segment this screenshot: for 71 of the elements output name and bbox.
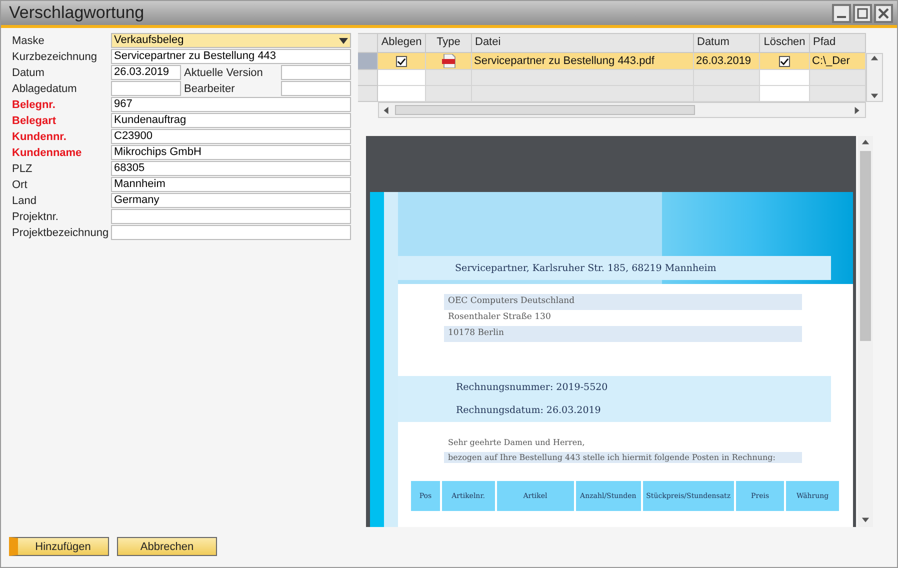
window-title: Verschlagwortung xyxy=(9,3,146,23)
close-icon xyxy=(878,8,889,18)
column-header[interactable]: Datum xyxy=(694,33,760,53)
intro-text: bezogen auf Ihre Bestellung 443 stelle ich hiermit folgende Posten in Rechnung: xyxy=(444,452,802,463)
ablegen-checkbox[interactable] xyxy=(396,56,407,66)
field-label: Projektnr. xyxy=(11,210,60,225)
maximize-icon xyxy=(857,8,868,18)
input-field[interactable] xyxy=(281,81,351,96)
table-cell: 26.03.2019 xyxy=(694,53,760,70)
scroll-thumb[interactable] xyxy=(395,105,695,115)
scroll-right-icon[interactable] xyxy=(853,106,862,114)
mask-dropdown[interactable]: Verkaufsbeleg xyxy=(111,33,351,48)
field-label: Belegart xyxy=(11,114,58,129)
field-label: Bearbeiter xyxy=(183,82,236,97)
field-label: Kurzbezeichnung xyxy=(11,50,98,65)
field-label: Ort xyxy=(11,178,28,193)
dialog-button[interactable]: Abbrechen xyxy=(117,537,217,556)
input-field[interactable]: Mikrochips GmbH xyxy=(111,145,351,160)
loeschen-checkbox[interactable] xyxy=(779,56,790,66)
input-field[interactable]: Servicepartner zu Bestellung 443 xyxy=(111,49,351,64)
invoice-info-line: Rechnungsnummer: 2019-5520 xyxy=(456,382,609,393)
close-button[interactable] xyxy=(874,4,893,22)
field-label: Aktuelle Version xyxy=(183,66,264,81)
input-field[interactable] xyxy=(281,65,351,80)
field-label: PLZ xyxy=(11,162,34,177)
input-field[interactable] xyxy=(111,225,351,240)
input-field[interactable] xyxy=(111,209,351,224)
invoice-info-line: Rechnungsdatum: 26.03.2019 xyxy=(456,405,602,416)
field-label: Datum xyxy=(11,66,46,81)
scroll-up-icon[interactable] xyxy=(861,138,870,147)
scroll-thumb[interactable] xyxy=(860,151,871,341)
dialog-button[interactable]: Hinzufügen xyxy=(9,537,109,556)
column-header[interactable]: Type xyxy=(426,33,472,53)
scroll-left-icon[interactable] xyxy=(382,106,391,114)
sender-address: Servicepartner, Karlsruher Str. 185, 68219 Mannheim xyxy=(398,256,831,280)
table-cell: C:\_Der xyxy=(810,53,866,70)
dropdown-caret-icon xyxy=(339,38,348,44)
scrollbar[interactable] xyxy=(866,53,883,102)
field-label: Projektbezeichnung xyxy=(11,226,110,241)
field-label: Maske xyxy=(11,34,46,49)
input-field[interactable]: C23900 xyxy=(111,129,351,144)
maximize-button[interactable] xyxy=(853,4,872,22)
greeting-text: Sehr geehrte Damen und Herren, xyxy=(447,437,586,448)
viewer-scrollbar[interactable] xyxy=(858,136,873,527)
input-field[interactable]: Germany xyxy=(111,193,351,208)
column-header[interactable]: Datei xyxy=(472,33,694,53)
table-cell: Servicepartner zu Bestellung 443.pdf xyxy=(472,53,694,70)
check-icon xyxy=(397,56,406,66)
horizontal-scrollbar[interactable] xyxy=(378,102,866,118)
check-icon xyxy=(780,56,789,66)
input-field[interactable]: 26.03.2019 xyxy=(111,65,181,80)
field-label: Kundennr. xyxy=(11,130,68,145)
input-field[interactable]: 68305 xyxy=(111,161,351,176)
input-field[interactable] xyxy=(111,81,181,96)
minimize-button[interactable] xyxy=(832,4,851,22)
scroll-down-icon[interactable] xyxy=(861,516,870,525)
row-header xyxy=(358,33,378,53)
field-label: Kundenname xyxy=(11,146,83,161)
scroll-up-icon[interactable] xyxy=(870,54,879,63)
input-field[interactable]: Mannheim xyxy=(111,177,351,192)
field-label: Belegnr. xyxy=(11,98,56,113)
scroll-down-icon[interactable] xyxy=(870,92,879,101)
column-header[interactable]: Pfad xyxy=(810,33,866,53)
column-header[interactable]: Löschen xyxy=(760,33,810,53)
field-label: Ablagedatum xyxy=(11,82,78,97)
column-header[interactable]: Ablegen xyxy=(378,33,426,53)
pdf-file-icon xyxy=(442,54,456,68)
input-field[interactable]: Kundenauftrag xyxy=(111,113,351,128)
field-label: Land xyxy=(11,194,38,209)
input-field[interactable]: 967 xyxy=(111,97,351,112)
minimize-icon xyxy=(837,16,846,18)
